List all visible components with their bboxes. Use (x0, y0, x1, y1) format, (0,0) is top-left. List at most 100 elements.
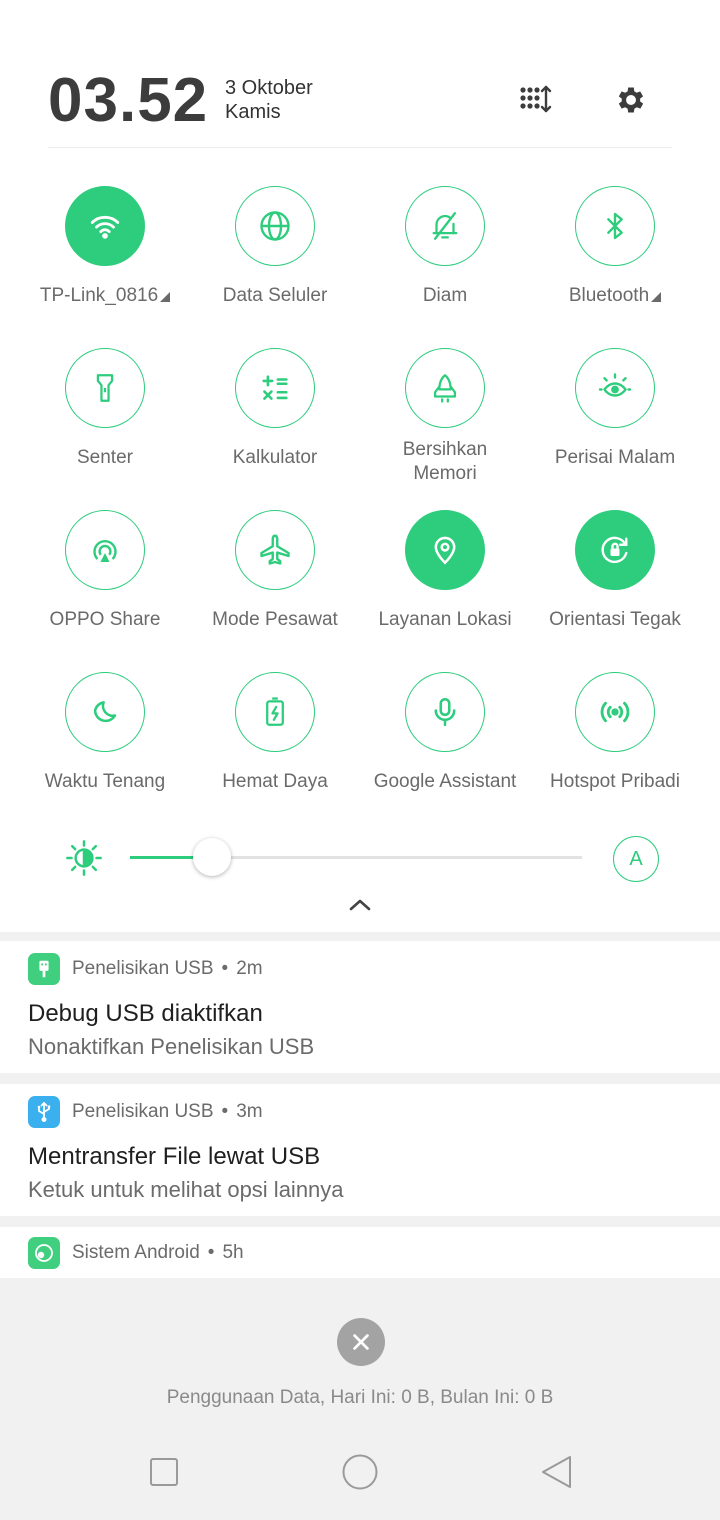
android-system-icon (35, 1244, 53, 1262)
tile-label: Bersihkan Memori (402, 439, 488, 484)
usb-debug-icon (39, 960, 49, 978)
tile-label: TP-Link_0816 (39, 285, 159, 306)
tile-quiet-time[interactable]: Waktu Tenang (20, 672, 190, 794)
tile-label: Hotspot Pribadi (550, 771, 680, 792)
tile-google-assistant[interactable]: Google Assistant (360, 672, 530, 794)
rotation-lock-icon (601, 536, 628, 564)
notification-header: Penelisikan USB • 2m (72, 957, 263, 981)
location-pin-icon (434, 536, 456, 565)
tile-circle[interactable] (405, 510, 485, 590)
bluetooth-icon (607, 212, 623, 240)
notification-header: Sistem Android • 5h (72, 1241, 244, 1265)
expand-triangle-icon (160, 292, 171, 302)
tile-circle[interactable] (235, 348, 315, 428)
tile-circle[interactable] (575, 186, 655, 266)
back-button[interactable] (536, 1452, 576, 1492)
eye-shield-icon (598, 373, 632, 397)
tile-circle[interactable] (235, 672, 315, 752)
app-name: Penelisikan USB (72, 958, 214, 979)
tile-label: Waktu Tenang (44, 771, 166, 792)
date-text: 3 Oktober (225, 77, 313, 99)
tile-label: Perisai Malam (554, 447, 676, 468)
tile-circle[interactable] (405, 672, 485, 752)
tile-oppo-share[interactable]: OPPO Share (20, 510, 190, 632)
tile-airplane-mode[interactable]: Mode Pesawat (190, 510, 360, 632)
header-divider (48, 147, 672, 148)
tile-label: Hemat Daya (222, 771, 328, 792)
usb-icon (37, 1102, 51, 1122)
wifi-icon (90, 215, 120, 239)
tile-label: Kalkulator (232, 447, 318, 468)
tile-wifi[interactable]: TP-Link_0816 (20, 186, 190, 308)
tile-label: Senter (77, 447, 133, 468)
tile-circle[interactable] (575, 672, 655, 752)
tile-circle[interactable] (575, 348, 655, 428)
tile-circle[interactable] (405, 348, 485, 428)
tile-rotation-lock[interactable]: Orientasi Tegak (530, 510, 700, 632)
tile-mobile-data[interactable]: Data Seluler (190, 186, 360, 308)
quick-settings-panel: 03.52 3 Oktober Kamis TP-Link_0816 Data … (0, 0, 720, 932)
tile-night-shield[interactable]: Perisai Malam (530, 348, 700, 470)
tile-label: OPPO Share (49, 609, 161, 630)
tile-circle[interactable] (65, 510, 145, 590)
circle-icon (342, 1454, 378, 1490)
expand-triangle-icon (651, 292, 662, 302)
brightness-icon (66, 840, 102, 876)
collapse-chevron-icon[interactable] (345, 892, 375, 916)
notification-text: Ketuk untuk melihat opsi lainnya (28, 1177, 344, 1202)
tile-circle[interactable] (65, 348, 145, 428)
tile-label: Google Assistant (373, 771, 517, 792)
clock: 03.52 (48, 66, 209, 135)
tile-hotspot[interactable]: Hotspot Pribadi (530, 672, 700, 794)
tile-clear-memory[interactable]: Bersihkan Memori (360, 348, 530, 486)
separator-dot: • (221, 958, 229, 979)
clear-all-button[interactable] (337, 1318, 385, 1366)
flashlight-icon (96, 374, 114, 402)
app-name: Sistem Android (72, 1242, 200, 1263)
separator-dot: • (221, 1101, 229, 1122)
app-icon (28, 1096, 60, 1128)
moon-icon (93, 701, 117, 723)
app-icon (28, 953, 60, 985)
airplane-icon (260, 534, 290, 565)
tile-silent[interactable]: Diam (360, 186, 530, 308)
notification-header: Penelisikan USB • 3m (72, 1100, 263, 1124)
edit-tiles-button[interactable] (515, 80, 555, 120)
tile-label: Mode Pesawat (212, 609, 338, 630)
tile-circle[interactable] (405, 186, 485, 266)
tile-calculator[interactable]: Kalkulator (190, 348, 360, 470)
share-icon (93, 540, 117, 562)
notification-title: Debug USB diaktifkan (28, 1000, 263, 1027)
app-icon (28, 1237, 60, 1269)
notification-title: Mentransfer File lewat USB (28, 1143, 321, 1170)
square-icon (150, 1458, 178, 1486)
date-block: 3 Oktober Kamis (225, 76, 313, 124)
data-usage-text: Penggunaan Data, Hari Ini: 0 B, Bulan In… (166, 1387, 554, 1408)
notification-usb-debug[interactable]: Penelisikan USB • 2m Debug USB diaktifkan … (0, 941, 720, 1073)
separator-dot: • (207, 1242, 215, 1263)
tile-label: Diam (422, 285, 468, 306)
tile-flashlight[interactable]: Senter (20, 348, 190, 470)
notification-android-system[interactable]: Sistem Android • 5h (0, 1227, 720, 1278)
tile-circle[interactable] (65, 672, 145, 752)
tile-circle[interactable] (575, 510, 655, 590)
recents-button[interactable] (144, 1452, 184, 1492)
home-button[interactable] (340, 1452, 380, 1492)
notification-time: 3m (236, 1101, 263, 1122)
triangle-back-icon (542, 1456, 571, 1488)
tile-bluetooth[interactable]: Bluetooth (530, 186, 700, 308)
notification-usb-transfer[interactable]: Penelisikan USB • 3m Mentransfer File lewa… (0, 1084, 720, 1216)
tile-location[interactable]: Layanan Lokasi (360, 510, 530, 632)
settings-button[interactable] (611, 80, 651, 120)
tile-battery-saver[interactable]: Hemat Daya (190, 672, 360, 794)
battery-saver-icon (266, 697, 284, 726)
tile-label: Layanan Lokasi (378, 609, 512, 630)
app-name: Penelisikan USB (72, 1101, 214, 1122)
tile-circle[interactable] (235, 186, 315, 266)
brightness-thumb[interactable] (193, 838, 232, 876)
globe-icon (260, 211, 290, 241)
tile-label: Bluetooth (568, 285, 650, 306)
tile-circle[interactable] (65, 186, 145, 266)
tile-circle[interactable] (235, 510, 315, 590)
auto-brightness-button[interactable]: A (613, 836, 659, 882)
